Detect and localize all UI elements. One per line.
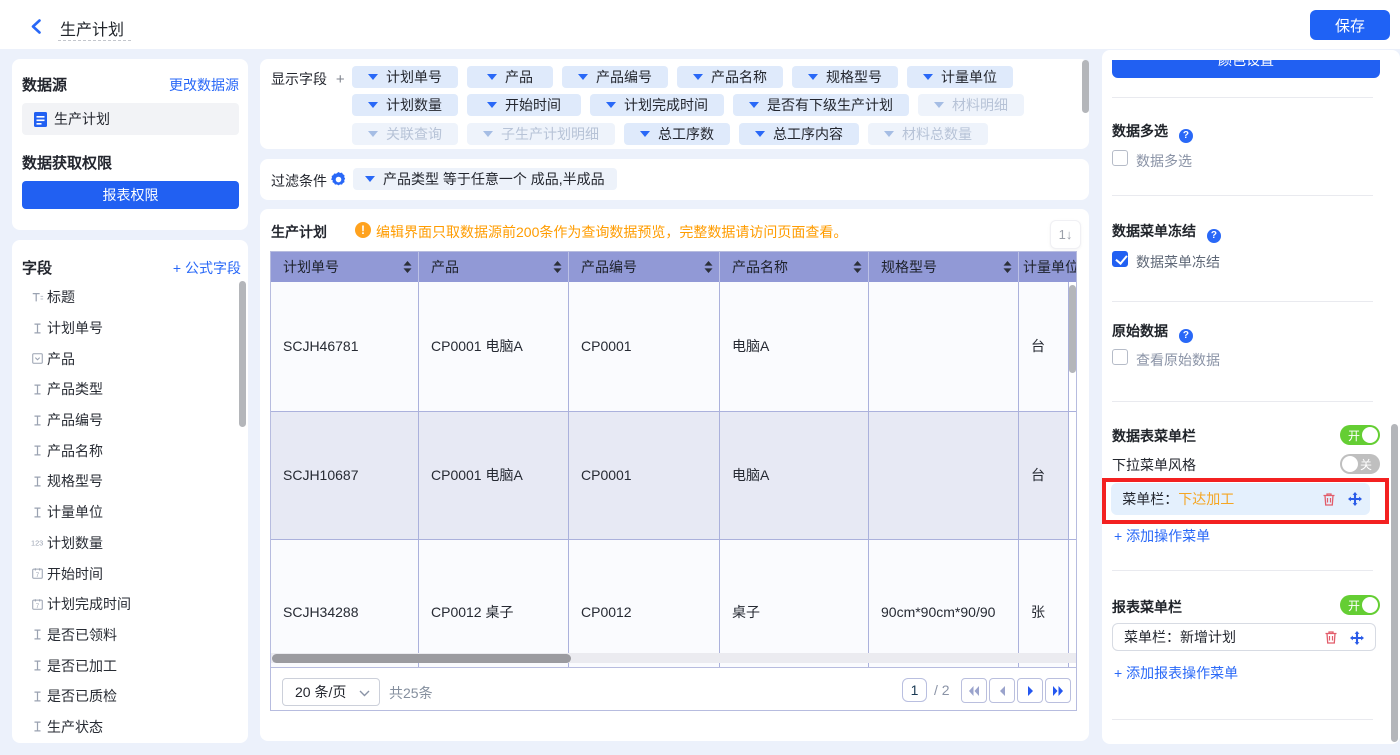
svg-text:123: 123	[31, 539, 43, 548]
